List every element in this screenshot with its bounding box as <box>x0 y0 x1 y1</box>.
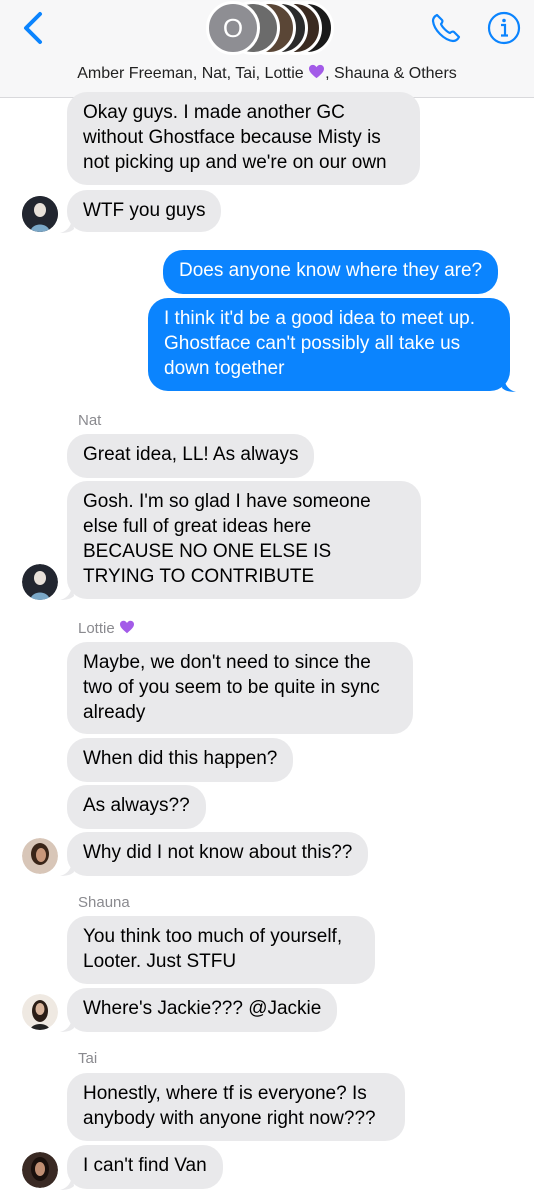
message-text: Okay guys. I made another GC without Gho… <box>83 102 387 173</box>
message-bubble[interactable]: Great idea, LL! As always <box>67 434 315 478</box>
message-text: Gosh. I'm so glad I have someone else fu… <box>83 491 371 587</box>
bubble-tail <box>60 584 74 600</box>
message-bubble[interactable]: Maybe, we don't need to since the two of… <box>67 642 413 734</box>
avatar-letter: O <box>222 12 244 43</box>
bubble-tail <box>60 217 74 233</box>
message-bubble[interactable]: WTF you guys <box>67 190 222 232</box>
message-bubble[interactable]: Gosh. I'm so glad I have someone else fu… <box>67 481 421 599</box>
conversation-participants[interactable]: Amber Freeman, Nat, Tai, Lottie , Shauna… <box>0 64 534 83</box>
bubble-tail <box>60 1174 74 1190</box>
conversation-header: O Amber Freeman, Nat, Tai, Lottie , Shau… <box>0 0 534 98</box>
sender-name: Tai <box>78 1050 98 1067</box>
message-bubble[interactable]: I think it'd be a good idea to meet up. … <box>148 298 510 391</box>
purple-heart-icon <box>308 64 325 83</box>
group-avatars[interactable]: O <box>206 1 336 55</box>
message-bubble[interactable]: Okay guys. I made another GC without Gho… <box>67 92 420 185</box>
bubble-tail <box>60 1016 74 1032</box>
group-initial-avatar: O <box>206 1 260 55</box>
message-bubble[interactable]: Where's Jackie??? @Jackie <box>67 988 338 1032</box>
message-text: Maybe, we don't need to since the two of… <box>83 652 380 723</box>
message-bubble[interactable]: I can't find Van <box>67 1145 223 1189</box>
message-bubble[interactable]: Honestly, where tf is everyone? Is anybo… <box>67 1073 405 1141</box>
bubble-tail <box>60 860 74 876</box>
phone-icon[interactable] <box>428 10 464 46</box>
avatar <box>22 564 58 600</box>
message-text: Honestly, where tf is everyone? Is anybo… <box>83 1083 376 1129</box>
avatar <box>22 838 58 874</box>
sender-name: Shauna <box>78 894 130 911</box>
message-text: Great idea, LL! As always <box>83 444 299 465</box>
sender-name-lottie: Lottie <box>78 620 135 637</box>
message-text: I think it'd be a good idea to meet up. … <box>164 308 476 379</box>
message-bubble[interactable]: Does anyone know where they are? <box>163 250 499 294</box>
message-text: When did this happen? <box>83 748 278 769</box>
message-bubble[interactable]: You think too much of yourself, Looter. … <box>67 916 375 984</box>
sender-name: Nat <box>78 412 102 429</box>
bubble-tail <box>502 376 516 392</box>
sender-name: Lottie <box>78 620 115 637</box>
participants-text: Amber Freeman, Nat, Tai, Lottie <box>77 65 304 82</box>
message-bubble[interactable]: Why did I not know about this?? <box>67 832 369 876</box>
message-text: I can't find Van <box>83 1155 207 1176</box>
avatar <box>22 994 58 1030</box>
message-text: You think too much of yourself, Looter. … <box>83 926 343 972</box>
message-text: Where's Jackie??? @Jackie <box>83 998 322 1019</box>
message-bubble[interactable]: When did this happen? <box>67 738 294 782</box>
message-text: As always?? <box>83 795 190 816</box>
message-bubble[interactable]: As always?? <box>67 785 206 829</box>
chevron-left-icon[interactable] <box>16 8 56 48</box>
purple-heart-icon <box>119 620 134 634</box>
avatar <box>22 196 58 232</box>
message-text: Does anyone know where they are? <box>179 260 483 281</box>
message-text: WTF you guys <box>83 200 206 221</box>
participants-suffix: , Shauna & Others <box>325 65 457 82</box>
info-icon[interactable] <box>486 10 522 46</box>
message-text: Why did I not know about this?? <box>83 842 353 863</box>
avatar <box>22 1152 58 1188</box>
